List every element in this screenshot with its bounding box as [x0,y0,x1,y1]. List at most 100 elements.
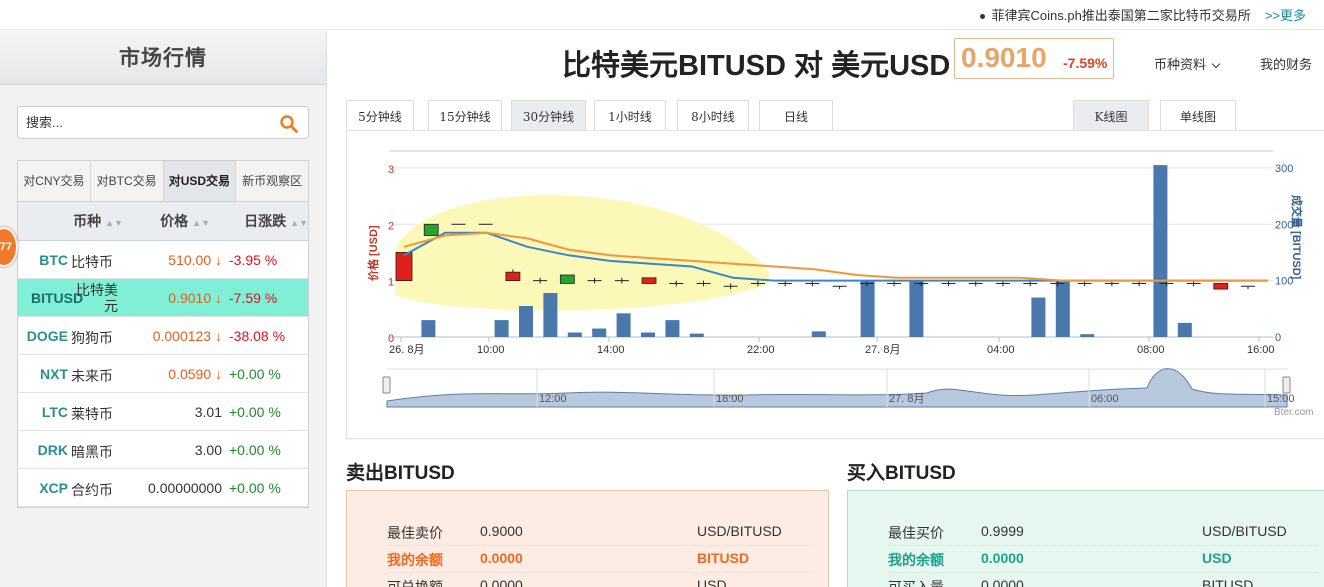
current-price-box: 0.9010 -7.59% [954,38,1114,79]
highlight-band [395,195,769,311]
navigator-tick-label: 06:00 [1091,393,1119,405]
market-tab[interactable]: 对BTC交易 [91,161,164,201]
sell-label: 我的余额 [387,552,443,568]
period-tab[interactable]: 5分钟线 [346,100,414,131]
market-row[interactable]: LTC 莱特币 3.01 +0.00 % [18,393,308,431]
coin-name: 比特币 [71,254,113,270]
volume-bar [689,333,704,337]
coin-code: BTC [39,252,68,268]
navigator-right-handle [1282,376,1291,394]
column-coin[interactable]: 币种 ▲▼ [18,202,123,240]
candle-body [559,274,575,284]
period-tab[interactable]: 日线 [759,100,833,131]
page-title: 比特美元BITUSD 对 美元USD [562,50,951,82]
volume-bar [567,332,582,337]
market-tab[interactable]: 新币观察区 [236,161,308,201]
coin-name: 合约币 [71,482,113,498]
market-row[interactable]: DOGE 狗狗币 0.000123 ↓ -38.08 % [18,317,308,355]
more-news-link[interactable]: >>更多 [1265,8,1306,23]
volume-bar [1177,322,1192,337]
x-tick-label: 22:00 [747,344,775,356]
chart-canvas[interactable]: 01230100200300价格 [USD] 成交量 [BITUSD]26. 8月… [347,131,1324,438]
chevron-down-icon [1211,59,1221,69]
search-box[interactable] [17,106,309,139]
market-row[interactable]: BTC 比特币 510.00 ↓ -3.95 % [18,241,308,279]
coin-price: 510.00 ↓ [168,252,222,268]
volume-bar [592,328,607,337]
volume-bar [1080,334,1095,337]
news-headline[interactable]: 菲律宾Coins.ph推出泰国第二家比特币交易所 [992,8,1251,23]
market-table: 对CNY交易 对BTC交易 对USD交易 新币观察区 币种 ▲▼ 价格 ▲▼ 日涨跌 ▲▼ … [17,160,309,508]
volume-bar [1031,297,1046,337]
sort-icon: ▲▼ [192,218,210,228]
coin-price: 0.00000000 [148,480,222,496]
buy-label: 最佳买价 [888,525,944,541]
view-tab[interactable]: 单线图 [1160,100,1236,131]
candle-body [1213,283,1229,290]
sell-value: 0.0000 [480,550,523,566]
navigator-tick-label: 27. 8月 [889,393,924,405]
volume-bar [909,280,924,337]
view-tab[interactable]: K线图 [1073,100,1149,131]
candle-body [641,277,657,284]
coin-code: LTC [41,404,68,420]
volume-bar [421,320,436,337]
coin-name: 未来币 [71,368,113,384]
market-tab[interactable]: 对CNY交易 [18,161,91,201]
coin-change: -7.59 % [229,290,278,306]
market-sidebar: 市场行情 对CNY交易对BTC交易对USD交易新币观察区 币种▲▼ 价格▲▼ 日… [0,31,327,587]
sell-unit: USD [697,577,727,587]
news-ticker[interactable]: 菲律宾Coins.ph推出泰国第二家比特币交易所 >>更多 [979,5,1306,24]
sell-value: 0.9000 [480,523,523,539]
sell-value: 0.0000 [480,577,523,587]
volume-bar [1153,165,1168,337]
period-tab[interactable]: 8小时线 [677,100,749,131]
coin-name: 比特美元 [76,282,118,314]
market-rows: BTC 比特币 510.00 ↓ -3.95 % BITUSD 比特美元 0.9010 ↓ -… [18,241,308,507]
y2-tick-label: 300 [1275,163,1293,175]
period-tab[interactable]: 30分钟线 [511,100,586,131]
kline-chart[interactable]: 0 1 2 3 0 100 200 300 价格 [USD] 成交量 [BITUSD] 26. 8月… [346,130,1324,439]
market-row[interactable]: NXT 未来币 0.0590 ↓ +0.00 % [18,355,308,393]
candle-body [395,252,413,282]
volume-bar [494,320,509,337]
top-news-bar: 菲律宾Coins.ph推出泰国第二家比特币交易所 >>更多 [0,0,1324,30]
coin-change: +0.00 % [229,480,281,496]
y-tick-label: 2 [388,220,394,232]
navigator-area [386,368,1288,408]
volume-bar [665,320,680,337]
bullet-icon [979,14,985,20]
x-tick-label: 10:00 [477,344,505,356]
period-tab[interactable]: 1小时线 [594,100,666,131]
sell-unit: USD/BITUSD [697,523,782,539]
sell-label: 可兑换额 [387,579,443,587]
my-finance-menu[interactable]: 我的财务 [1260,54,1312,73]
navigator-left-handle [382,376,391,394]
market-row[interactable]: XCP 合约币 0.00000000 +0.00 % [18,469,308,507]
search-input[interactable] [26,112,266,133]
market-row[interactable]: BITUSD 比特美元 0.9010 ↓ -7.59 % [18,279,308,317]
coin-info-menu[interactable]: 币种资料 [1154,54,1221,73]
sidebar-title: 市场行情 [0,31,326,85]
column-price[interactable]: 价格 ▲▼ [123,202,210,240]
y-tick-label: 3 [388,164,394,176]
candle-body [505,271,521,282]
search-icon[interactable] [279,114,299,134]
buy-value: 0.0000 [981,550,1024,566]
market-row[interactable]: DRK 暗黑币 3.00 +0.00 % [18,431,308,469]
market-table-header: 币种 ▲▼ 价格 ▲▼ 日涨跌 ▲▼ [18,202,308,241]
market-tab[interactable]: 对USD交易 [163,161,237,201]
coin-price: 3.01 [194,404,222,420]
buy-label: 可买入量 [888,579,944,587]
volume-bar [543,293,558,337]
y2-axis-title: 成交量 [BITUSD] [1290,195,1304,280]
buy-title: 买入BITUSD [847,463,956,484]
coin-price: 0.9010 ↓ [168,290,222,306]
x-tick-label: 14:00 [597,344,625,356]
sell-info-row: 可兑换额 0.0000 USD [387,573,810,587]
column-change[interactable]: 日涨跌 ▲▼ [210,202,308,240]
market-tabs: 对CNY交易 对BTC交易 对USD交易 新币观察区 [18,161,308,202]
y-axis-title: 价格 [USD] [366,225,380,281]
sell-title: 卖出BITUSD [346,463,455,484]
period-tab[interactable]: 15分钟线 [428,100,502,131]
